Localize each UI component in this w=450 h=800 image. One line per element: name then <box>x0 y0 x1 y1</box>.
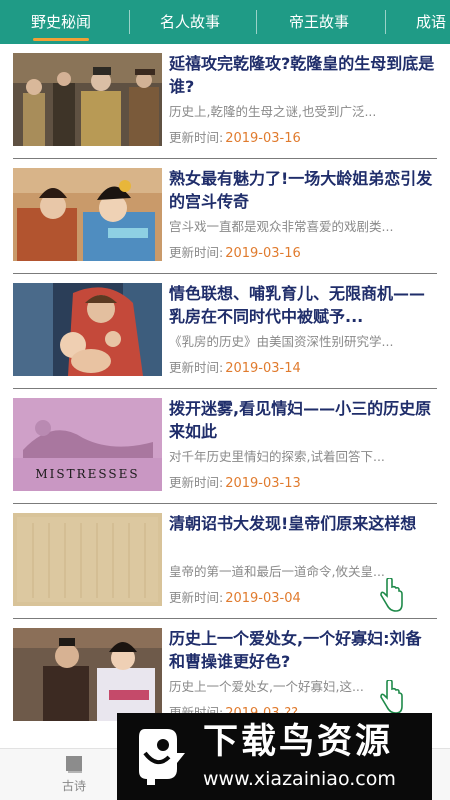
nav-item-label: 古诗 <box>61 779 86 793</box>
article-summary: 历史上,乾隆的生母之谜,也受到广泛... <box>169 104 377 119</box>
article-date: 2019-03-13 <box>225 476 301 491</box>
updated-label: 更新时间: <box>169 590 224 605</box>
category-tab-bar: 野史秘闻 名人故事 帝王故事 成语 <box>0 0 450 44</box>
article-item[interactable]: MISTRESSES 拨开迷雾,看见情妇——小三的历史原来如此 对千年历史里情妇… <box>0 389 450 504</box>
bird-logo-icon <box>139 729 185 785</box>
article-meta: 更新时间: 2019-03-04 <box>169 589 301 608</box>
article-date: 2019-03-16 <box>225 131 301 146</box>
updated-label: 更新时间: <box>169 130 224 145</box>
article-summary: 宫斗戏一直都是观众非常喜爱的戏剧类... <box>169 219 394 234</box>
tab-label: 帝王故事 <box>289 13 350 31</box>
article-title: 清朝诏书大发现!皇帝们原来这样想 <box>169 514 417 533</box>
pointer-hand-icon <box>380 680 403 714</box>
article-title: 拨开迷雾,看见情妇——小三的历史原来如此 <box>169 399 432 441</box>
updated-label: 更新时间: <box>169 245 224 260</box>
article-thumbnail <box>13 513 162 606</box>
watermark-title: 下载鸟资源 <box>203 722 394 762</box>
tab-label: 野史秘闻 <box>31 13 92 31</box>
article-title: 延禧攻完乾隆攻?乾隆皇的生母到底是谁? <box>169 54 435 96</box>
updated-label: 更新时间: <box>169 475 224 490</box>
article-date: 2019-03-14 <box>225 361 301 376</box>
article-meta: 更新时间: 2019-03-16 <box>169 129 301 148</box>
book-cover-text: MISTRESSES <box>35 467 139 481</box>
article-thumbnail <box>13 53 162 146</box>
tab-divider <box>256 10 257 34</box>
nav-item-poems[interactable]: 古诗 <box>44 753 104 794</box>
tab-divider <box>385 10 386 34</box>
tab-chengyu[interactable]: 成语 <box>416 0 446 44</box>
active-tab-indicator <box>33 38 90 41</box>
article-meta: 更新时间: 2019-03-14 <box>169 359 301 378</box>
article-title: 熟女最有魅力了!一场大龄姐弟恋引发的宫斗传奇 <box>169 169 433 211</box>
article-meta: 更新时间: 2019-03-13 <box>169 474 301 493</box>
watermark-url: www.xiazainiao.com <box>203 768 396 790</box>
tab-diwang[interactable]: 帝王故事 <box>289 0 349 44</box>
tab-mingren[interactable]: 名人故事 <box>160 0 220 44</box>
book-icon <box>66 756 82 773</box>
tab-yeshi[interactable]: 野史秘闻 <box>31 0 91 44</box>
updated-label: 更新时间: <box>169 360 224 375</box>
article-thumbnail: MISTRESSES <box>13 398 162 491</box>
article-thumbnail <box>13 168 162 261</box>
article-item[interactable]: 情色联想、哺乳育儿、无限商机——乳房在不同时代中被赋予... 《乳房的历史》由美… <box>0 274 450 389</box>
article-item[interactable]: 熟女最有魅力了!一场大龄姐弟恋引发的宫斗传奇 宫斗戏一直都是观众非常喜爱的戏剧类… <box>0 159 450 274</box>
site-watermark: 下载鸟资源 www.xiazainiao.com <box>117 713 432 800</box>
article-thumbnail <box>13 283 162 376</box>
tab-label: 名人故事 <box>160 13 221 31</box>
pointer-hand-icon <box>380 578 403 612</box>
tab-label: 成语 <box>416 13 447 31</box>
article-item[interactable]: 延禧攻完乾隆攻?乾隆皇的生母到底是谁? 历史上,乾隆的生母之谜,也受到广泛...… <box>0 44 450 159</box>
article-summary: 《乳房的历史》由美国资深性别研究学... <box>169 334 394 349</box>
article-meta: 更新时间: 2019-03-16 <box>169 244 301 263</box>
tab-divider <box>129 10 130 34</box>
article-thumbnail <box>13 628 162 721</box>
article-summary: 对千年历史里情妇的探索,试着回答下... <box>169 449 385 464</box>
article-date: 2019-03-04 <box>225 591 301 606</box>
article-date: 2019-03-16 <box>225 246 301 261</box>
article-title: 情色联想、哺乳育儿、无限商机——乳房在不同时代中被赋予... <box>169 284 426 326</box>
article-title: 历史上一个爱处女,一个好寡妇:刘备和曹操谁更好色? <box>169 629 422 671</box>
